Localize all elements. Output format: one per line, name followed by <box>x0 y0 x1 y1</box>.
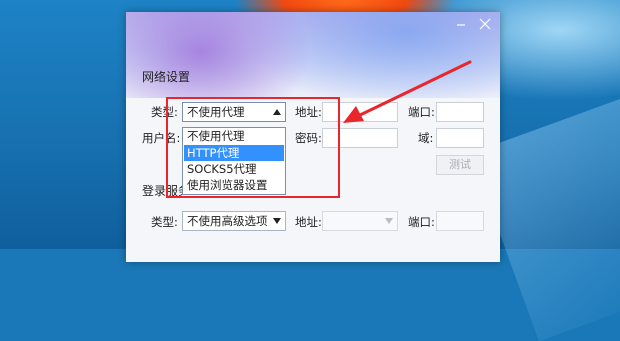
annotation-arrow <box>343 60 472 123</box>
